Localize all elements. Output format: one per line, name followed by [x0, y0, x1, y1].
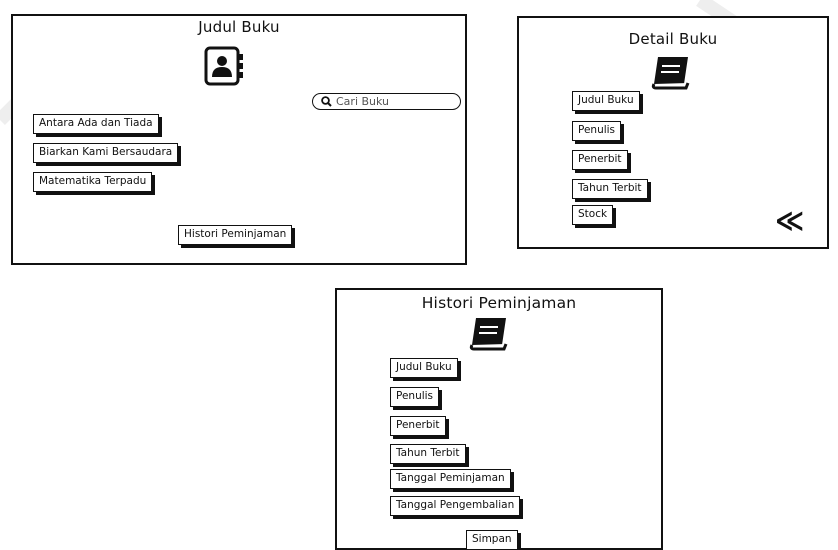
- history-field-return-date[interactable]: Tanggal Pengembalian: [390, 496, 521, 516]
- book-list-panel: Judul Buku Cari Buku Antara Ada dan Tiad…: [11, 14, 467, 265]
- detail-title: Detail Buku: [628, 30, 718, 48]
- history-field-author[interactable]: Penulis: [390, 387, 440, 407]
- detail-field-stock[interactable]: Stock: [572, 205, 614, 225]
- history-button[interactable]: Histori Peminjaman: [178, 225, 293, 245]
- save-button[interactable]: Simpan: [466, 530, 518, 550]
- history-field-publisher[interactable]: Penerbit: [390, 416, 446, 436]
- detail-field-year[interactable]: Tahun Terbit: [572, 179, 648, 199]
- history-field-borrow-date[interactable]: Tanggal Peminjaman: [390, 469, 511, 489]
- book-icon: [468, 315, 512, 351]
- book-item-2[interactable]: Biarkan Kami Bersaudara: [33, 143, 179, 163]
- history-panel: Histori Peminjaman Judul Buku Penulis Pe…: [335, 288, 663, 550]
- detail-field-author[interactable]: Penulis: [572, 121, 622, 141]
- contact-book-icon: [203, 46, 247, 86]
- book-detail-panel: Detail Buku Judul Buku Penulis Penerbit …: [517, 16, 829, 249]
- book-item-1[interactable]: Antara Ada dan Tiada: [33, 114, 159, 134]
- search-icon: [321, 96, 332, 107]
- history-field-year[interactable]: Tahun Terbit: [390, 444, 466, 464]
- detail-field-title[interactable]: Judul Buku: [572, 91, 640, 111]
- book-icon: [650, 54, 694, 90]
- book-item-3[interactable]: Matematika Terpadu: [33, 172, 153, 192]
- detail-field-publisher[interactable]: Penerbit: [572, 150, 628, 170]
- search-input[interactable]: Cari Buku: [312, 93, 461, 110]
- page-title: Judul Buku: [198, 18, 280, 36]
- history-title: Histori Peminjaman: [421, 294, 577, 312]
- history-field-title[interactable]: Judul Buku: [390, 358, 458, 378]
- search-placeholder: Cari Buku: [336, 95, 390, 108]
- double-chevron-left-icon[interactable]: ≪: [775, 206, 804, 236]
